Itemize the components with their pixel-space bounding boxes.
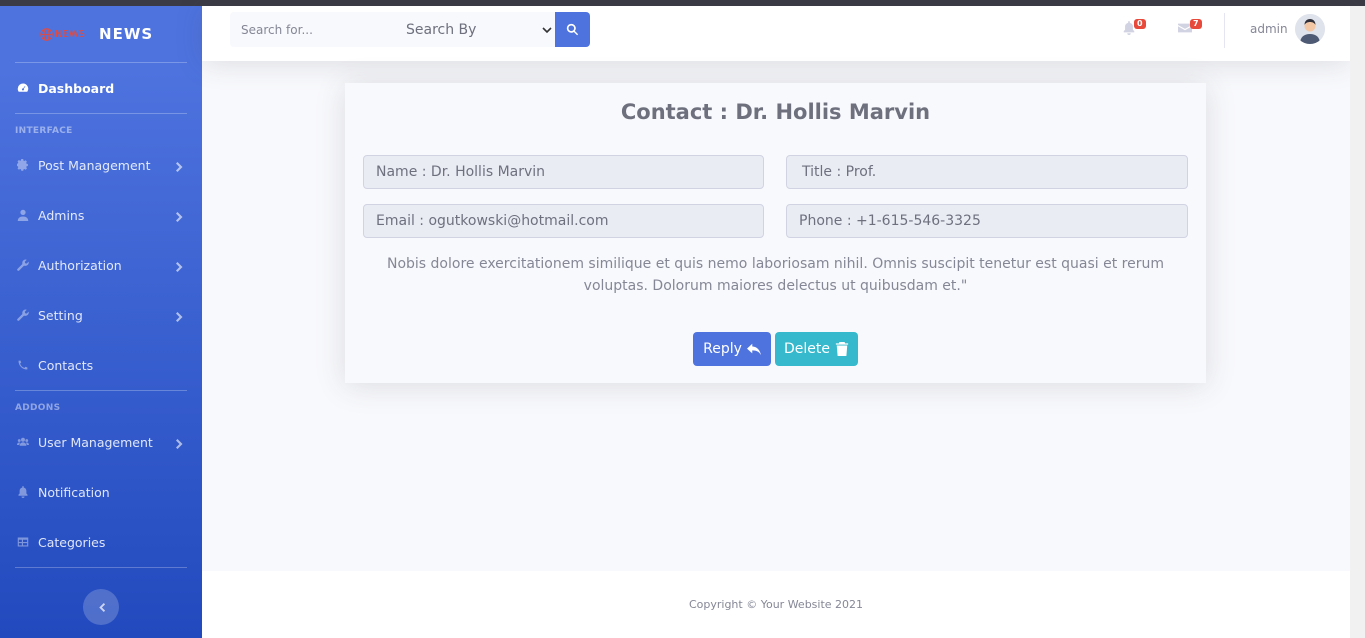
wrench-icon — [16, 258, 30, 272]
title-field[interactable]: Title : Prof. — [786, 155, 1188, 189]
sidebar: NEWS NEWS Dashboard INTERFACE Post Manag… — [0, 6, 202, 638]
footer: Copyright © Your Website 2021 — [202, 571, 1350, 638]
brand-title: NEWS — [99, 25, 154, 43]
reply-button-label: Reply — [703, 341, 742, 357]
chevron-right-icon — [176, 160, 184, 172]
sidebar-item-admins[interactable]: Admins — [0, 190, 202, 240]
sidebar-item-label: User Management — [38, 434, 153, 450]
sidebar-item-post-management[interactable]: Post Management — [0, 140, 202, 190]
sidebar-item-label: Notification — [38, 484, 110, 500]
contact-card: Contact : Dr. Hollis Marvin Name : Dr. H… — [345, 83, 1206, 383]
name-field[interactable]: Name : Dr. Hollis Marvin — [363, 155, 764, 189]
sidebar-heading-interface: INTERFACE — [15, 126, 73, 136]
phone-icon — [16, 358, 30, 372]
user-avatar-icon — [1295, 14, 1325, 44]
chevron-right-icon — [176, 210, 184, 222]
reply-icon — [746, 343, 761, 356]
search-by-selected: Search By — [406, 21, 477, 38]
bell-icon — [16, 485, 30, 499]
sidebar-item-notification[interactable]: Notification — [0, 467, 202, 517]
user-icon — [16, 208, 30, 222]
sidebar-brand[interactable]: NEWS NEWS — [0, 6, 202, 62]
messages-dropdown[interactable]: 7 — [1178, 19, 1202, 38]
contact-message: Nobis dolore exercitationem similique et… — [386, 256, 1165, 294]
sidebar-item-setting[interactable]: Setting — [0, 290, 202, 340]
globe-icon — [40, 27, 53, 41]
trash-icon — [835, 342, 849, 356]
wrench-icon — [16, 308, 30, 322]
delete-button-label: Delete — [784, 341, 830, 357]
topbar: Search By 0 7 admin — [202, 6, 1350, 61]
sidebar-item-label: Contacts — [38, 357, 94, 373]
chevron-right-icon — [176, 437, 184, 449]
search-icon — [566, 23, 579, 36]
sidebar-item-dashboard[interactable]: Dashboard — [0, 63, 202, 113]
users-icon — [16, 435, 30, 449]
sidebar-item-label: Dashboard — [38, 80, 115, 96]
user-name[interactable]: admin — [1250, 22, 1288, 36]
sidebar-item-user-management[interactable]: User Management — [0, 417, 202, 467]
sidebar-divider — [15, 567, 187, 568]
sidebar-item-label: Categories — [38, 534, 106, 550]
reply-button[interactable]: Reply — [693, 332, 771, 366]
brand-logo: NEWS — [40, 27, 86, 41]
sidebar-item-label: Setting — [38, 307, 83, 323]
search-by-select[interactable]: Search By — [395, 12, 555, 47]
tachometer-icon — [16, 81, 30, 95]
phone-field[interactable]: Phone : +1-615-546-3325 — [786, 204, 1188, 238]
sidebar-item-label: Post Management — [38, 157, 151, 173]
delete-button[interactable]: Delete — [775, 332, 858, 366]
chevron-right-icon — [176, 310, 184, 322]
page-scrollbar[interactable] — [1350, 6, 1365, 638]
cog-icon — [16, 158, 30, 172]
avatar[interactable] — [1295, 14, 1325, 44]
brand-logo-text: NEWS — [55, 28, 86, 40]
email-field[interactable]: Email : ogutkowski@hotmail.com — [363, 204, 764, 238]
sidebar-item-contacts[interactable]: Contacts — [0, 340, 202, 390]
search-input[interactable] — [230, 12, 395, 47]
topbar-divider — [1224, 13, 1225, 48]
sidebar-item-authorization[interactable]: Authorization — [0, 240, 202, 290]
messages-count-badge: 7 — [1190, 19, 1202, 29]
sidebar-item-label: Authorization — [38, 257, 122, 273]
page-title: Contact : Dr. Hollis Marvin — [620, 100, 931, 124]
chevron-left-icon — [98, 602, 105, 612]
chevron-down-icon — [542, 27, 552, 34]
sidebar-toggle-button[interactable] — [83, 589, 119, 625]
sidebar-item-label: Admins — [38, 207, 85, 223]
sidebar-heading-addons: ADDONS — [15, 403, 61, 413]
footer-copyright: Copyright © Your Website 2021 — [688, 598, 864, 611]
chevron-right-icon — [176, 260, 184, 272]
table-icon — [16, 535, 30, 549]
alerts-count-badge: 0 — [1134, 19, 1146, 29]
alerts-dropdown[interactable]: 0 — [1122, 19, 1146, 38]
search-button[interactable] — [555, 12, 590, 47]
sidebar-item-categories[interactable]: Categories — [0, 517, 202, 567]
